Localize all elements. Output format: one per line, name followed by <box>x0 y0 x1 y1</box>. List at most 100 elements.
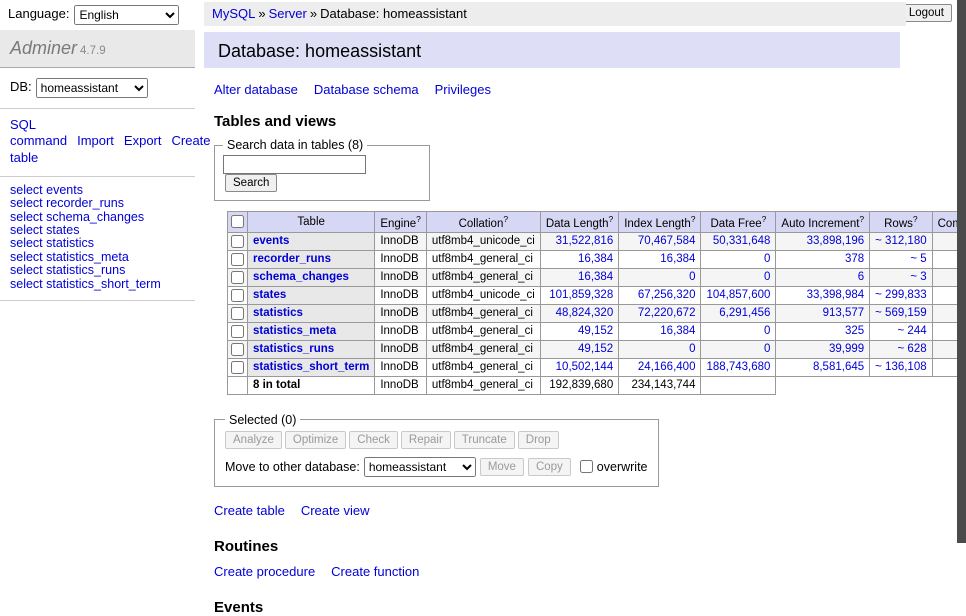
sidebar-link-export[interactable]: Export <box>124 133 162 148</box>
optimize-button[interactable]: Optimize <box>285 431 346 449</box>
table-name-link[interactable]: states <box>253 289 286 301</box>
doc-hint-icon[interactable]: ? <box>859 214 864 224</box>
move-button[interactable]: Move <box>480 458 524 476</box>
doc-hint-icon[interactable]: ? <box>416 214 421 224</box>
data-free-link[interactable]: 0 <box>764 325 770 337</box>
repair-button[interactable]: Repair <box>401 431 451 449</box>
auto-increment-link[interactable]: 913,577 <box>823 307 865 319</box>
rows-count-link[interactable]: ~ 3 <box>910 271 926 283</box>
select-all-checkbox[interactable] <box>231 215 244 228</box>
row-checkbox[interactable] <box>231 307 244 320</box>
auto-increment-link[interactable]: 8,581,645 <box>813 361 864 373</box>
check-button[interactable]: Check <box>349 431 398 449</box>
doc-hint-icon[interactable]: ? <box>691 214 696 224</box>
table-name-link[interactable]: events <box>253 235 289 247</box>
rows-count-link[interactable]: ~ 299,833 <box>875 289 926 301</box>
data-free-link[interactable]: 6,291,456 <box>719 307 770 319</box>
index-length-link[interactable]: 72,220,672 <box>638 307 696 319</box>
data-length-link[interactable]: 49,152 <box>578 343 613 355</box>
data-free-link[interactable]: 104,857,600 <box>706 289 770 301</box>
auto-increment-link[interactable]: 33,398,984 <box>807 289 865 301</box>
row-checkbox[interactable] <box>231 289 244 302</box>
rows-count-link[interactable]: ~ 5 <box>910 253 926 265</box>
index-length-link[interactable]: 0 <box>689 271 695 283</box>
search-button[interactable]: Search <box>225 174 277 192</box>
scrollbar-thumb[interactable] <box>957 0 966 543</box>
rows-count-link[interactable]: ~ 136,108 <box>875 361 926 373</box>
overwrite-checkbox[interactable] <box>580 460 593 473</box>
breadcrumb-link-mysql[interactable]: MySQL <box>212 6 255 21</box>
action-link-privileges[interactable]: Privileges <box>435 82 491 97</box>
sidebar-table-link-select-recorder-runs[interactable]: select recorder_runs <box>10 197 195 210</box>
row-checkbox[interactable] <box>231 271 244 284</box>
db-select[interactable]: homeassistant <box>36 78 148 98</box>
drop-button[interactable]: Drop <box>518 431 559 449</box>
table-name-link[interactable]: statistics_short_term <box>253 361 369 373</box>
create-link-create-table[interactable]: Create table <box>214 503 285 518</box>
data-length-link[interactable]: 16,384 <box>578 271 613 283</box>
table-name-link[interactable]: statistics <box>253 307 303 319</box>
row-checkbox[interactable] <box>231 253 244 266</box>
copy-button[interactable]: Copy <box>528 458 571 476</box>
breadcrumb-link-server[interactable]: Server <box>269 6 307 21</box>
data-free-link[interactable]: 0 <box>764 271 770 283</box>
move-db-select[interactable]: homeassistant <box>364 457 476 477</box>
doc-hint-icon[interactable]: ? <box>762 214 767 224</box>
create-link-create-view[interactable]: Create view <box>301 503 370 518</box>
sidebar-table-link-select-statistics[interactable]: select statistics <box>10 237 195 250</box>
doc-hint-icon[interactable]: ? <box>503 214 508 224</box>
auto-increment-link[interactable]: 33,898,196 <box>807 235 865 247</box>
search-input[interactable] <box>223 155 366 174</box>
action-link-database-schema[interactable]: Database schema <box>314 82 419 97</box>
table-name-link[interactable]: recorder_runs <box>253 253 331 265</box>
index-length-link[interactable]: 0 <box>689 343 695 355</box>
data-length-link[interactable]: 16,384 <box>578 253 613 265</box>
auto-increment-link[interactable]: 39,999 <box>829 343 864 355</box>
data-length-link[interactable]: 101,859,328 <box>549 289 613 301</box>
truncate-button[interactable]: Truncate <box>454 431 515 449</box>
sidebar-table-link-select-statistics-runs[interactable]: select statistics_runs <box>10 264 195 277</box>
sidebar-table-link-select-states[interactable]: select states <box>10 224 195 237</box>
row-checkbox[interactable] <box>231 343 244 356</box>
routine-link-create-function[interactable]: Create function <box>331 564 419 579</box>
index-length-link[interactable]: 67,256,320 <box>638 289 696 301</box>
sidebar-link-sql-command[interactable]: SQL command <box>10 117 67 148</box>
auto-increment-link[interactable]: 378 <box>845 253 864 265</box>
scrollbar[interactable] <box>957 0 966 543</box>
doc-hint-icon[interactable]: ? <box>608 214 613 224</box>
data-length-link[interactable]: 49,152 <box>578 325 613 337</box>
sidebar-table-link-select-statistics-short-term[interactable]: select statistics_short_term <box>10 278 195 291</box>
language-select[interactable]: English <box>74 5 179 25</box>
doc-hint-icon[interactable]: ? <box>913 214 918 224</box>
sidebar-table-link-select-schema-changes[interactable]: select schema_changes <box>10 211 195 224</box>
sidebar-link-import[interactable]: Import <box>77 133 114 148</box>
analyze-button[interactable]: Analyze <box>225 431 282 449</box>
data-length-link[interactable]: 10,502,144 <box>556 361 614 373</box>
index-length-link[interactable]: 70,467,584 <box>638 235 696 247</box>
data-length-link[interactable]: 31,522,816 <box>556 235 614 247</box>
routine-link-create-procedure[interactable]: Create procedure <box>214 564 315 579</box>
index-length-link[interactable]: 16,384 <box>660 325 695 337</box>
rows-count-link[interactable]: ~ 312,180 <box>875 235 926 247</box>
auto-increment-link[interactable]: 6 <box>858 271 864 283</box>
index-length-link[interactable]: 24,166,400 <box>638 361 696 373</box>
sidebar-table-link-select-statistics-meta[interactable]: select statistics_meta <box>10 251 195 264</box>
action-link-alter-database[interactable]: Alter database <box>214 82 298 97</box>
data-free-link[interactable]: 50,331,648 <box>713 235 771 247</box>
table-name-link[interactable]: schema_changes <box>253 271 349 283</box>
sidebar-table-link-select-events[interactable]: select events <box>10 184 195 197</box>
data-free-link[interactable]: 0 <box>764 343 770 355</box>
data-free-link[interactable]: 0 <box>764 253 770 265</box>
rows-count-link[interactable]: ~ 628 <box>898 343 927 355</box>
rows-count-link[interactable]: ~ 569,159 <box>875 307 926 319</box>
index-length-link[interactable]: 16,384 <box>660 253 695 265</box>
app-name-link[interactable]: Adminer <box>10 38 77 58</box>
auto-increment-link[interactable]: 325 <box>845 325 864 337</box>
table-name-link[interactable]: statistics_meta <box>253 325 336 337</box>
table-name-link[interactable]: statistics_runs <box>253 343 334 355</box>
data-free-link[interactable]: 188,743,680 <box>706 361 770 373</box>
row-checkbox[interactable] <box>231 361 244 374</box>
rows-count-link[interactable]: ~ 244 <box>898 325 927 337</box>
data-length-link[interactable]: 48,824,320 <box>556 307 614 319</box>
row-checkbox[interactable] <box>231 235 244 248</box>
